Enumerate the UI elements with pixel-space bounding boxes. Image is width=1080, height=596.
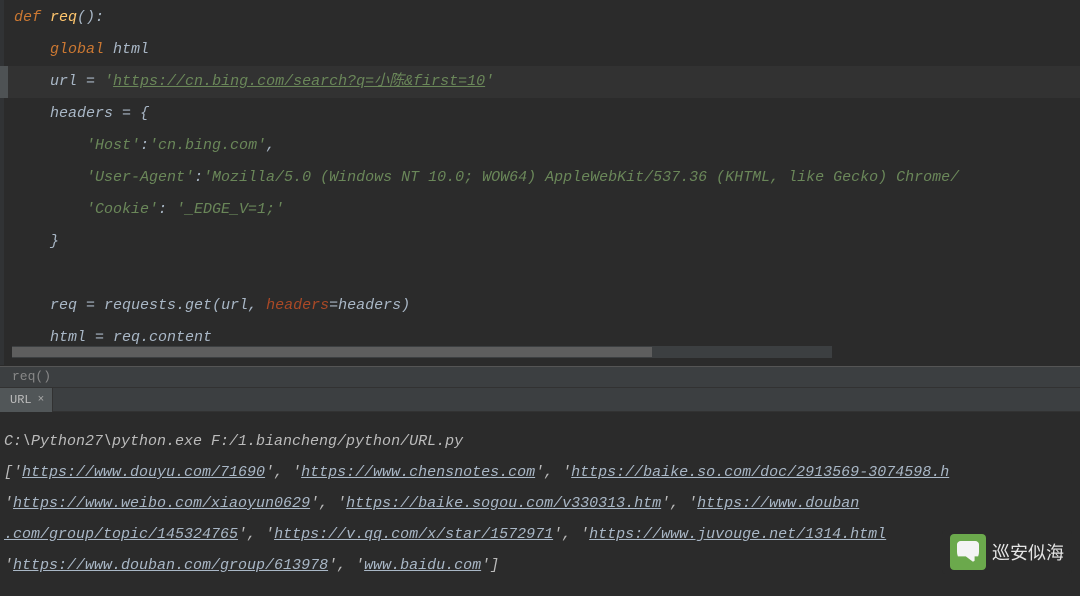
console-line: ['https://www.douyu.com/71690', 'https:/… [4, 457, 1076, 488]
console-tab-bar: URL × [0, 388, 1080, 412]
output-link[interactable]: https://www.weibo.com/xiaoyun0629 [13, 495, 310, 512]
watermark: 巡安似海 [942, 530, 1072, 574]
console-line: .com/group/topic/145324765', 'https://v.… [4, 519, 1076, 550]
code-line[interactable]: def req(): [0, 2, 1080, 34]
output-link[interactable]: www.baidu.com [364, 557, 481, 574]
code-line[interactable]: global html [0, 34, 1080, 66]
output-link[interactable]: .com/group/topic/145324765 [4, 526, 238, 543]
output-link[interactable]: https://www.douyu.com/71690 [22, 464, 265, 481]
code-line[interactable]: } [0, 226, 1080, 258]
tab-label: URL [10, 393, 32, 407]
watermark-text: 巡安似海 [992, 539, 1064, 565]
code-line[interactable]: 'User-Agent':'Mozilla/5.0 (Windows NT 10… [0, 162, 1080, 194]
close-icon[interactable]: × [38, 394, 45, 406]
wechat-icon [950, 534, 986, 570]
keyword-def: def [14, 9, 41, 26]
output-link[interactable]: https://www.douban.com/group/613978 [13, 557, 328, 574]
code-line[interactable]: headers = { [0, 98, 1080, 130]
breadcrumb[interactable]: req() [0, 366, 1080, 388]
console-line: 'https://www.douban.com/group/613978', '… [4, 550, 1076, 581]
tab-url[interactable]: URL × [0, 388, 53, 412]
code-line[interactable]: req = requests.get(url, headers=headers) [0, 290, 1080, 322]
line-highlight-gutter [0, 66, 8, 98]
output-link[interactable]: https://www.douban [697, 495, 859, 512]
scroll-thumb[interactable] [12, 347, 652, 357]
breadcrumb-text: req() [12, 369, 51, 384]
code-line[interactable]: 'Host':'cn.bing.com', [0, 130, 1080, 162]
output-link[interactable]: https://baike.so.com/doc/2913569-3074598… [571, 464, 949, 481]
horizontal-scrollbar[interactable] [12, 346, 832, 358]
code-line[interactable]: 'Cookie': '_EDGE_V=1;' [0, 194, 1080, 226]
output-link[interactable]: https://www.juvouge.net/1314.html [589, 526, 886, 543]
url-string-link[interactable]: https://cn.bing.com/search?q=小陈&first=10 [113, 73, 485, 90]
output-link[interactable]: https://baike.sogou.com/v330313.htm [346, 495, 661, 512]
code-line-blank[interactable] [0, 258, 1080, 290]
console-line: C:\Python27\python.exe F:/1.biancheng/py… [4, 426, 1076, 457]
output-link[interactable]: https://v.qq.com/x/star/1572971 [274, 526, 553, 543]
keyword-global: global [14, 41, 104, 58]
code-editor[interactable]: def req(): global html url = 'https://cn… [0, 0, 1080, 365]
console-line: 'https://www.weibo.com/xiaoyun0629', 'ht… [4, 488, 1076, 519]
output-link[interactable]: https://www.chensnotes.com [301, 464, 535, 481]
code-line-selected[interactable]: url = 'https://cn.bing.com/search?q=小陈&f… [0, 66, 1080, 98]
function-name: req [41, 9, 77, 26]
kwarg-headers: headers [257, 297, 329, 314]
console-output[interactable]: C:\Python27\python.exe F:/1.biancheng/py… [0, 412, 1080, 596]
editor-gutter [0, 0, 4, 365]
